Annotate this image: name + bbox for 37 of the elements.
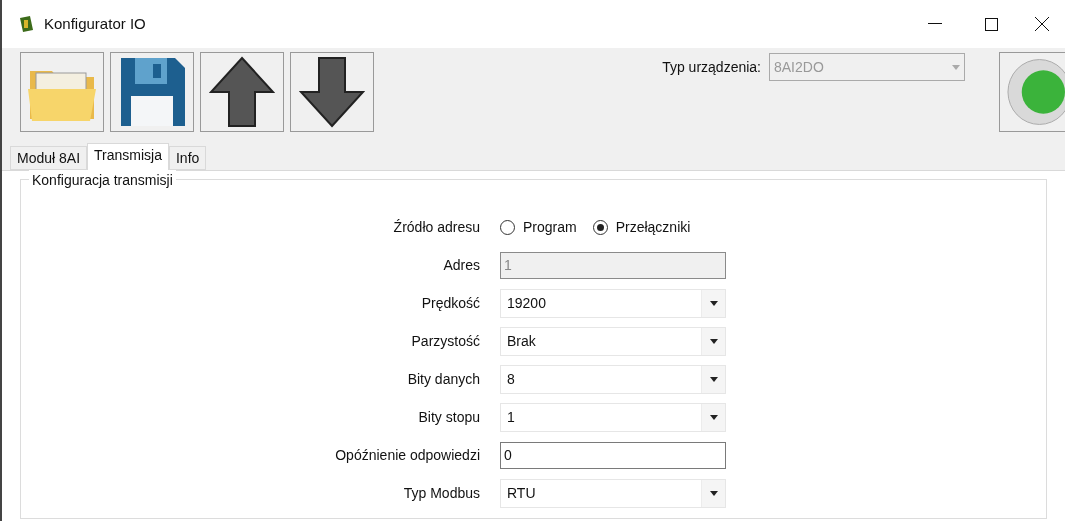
up-arrow-icon bbox=[209, 56, 275, 128]
toolbar-button[interactable] bbox=[200, 52, 284, 132]
dropdown[interactable]: RTU bbox=[500, 478, 726, 508]
dropdown[interactable]: Brak bbox=[500, 326, 726, 356]
caret-icon bbox=[709, 300, 718, 306]
dropdown[interactable]: 19200 bbox=[500, 288, 726, 318]
minimize-icon bbox=[928, 23, 942, 25]
tab[interactable]: Moduł 8AI bbox=[10, 146, 88, 170]
field-label: Bity danych bbox=[407, 369, 480, 389]
field-label: Prędkość bbox=[421, 293, 480, 313]
tab[interactable]: Transmisja bbox=[87, 143, 169, 170]
caret-icon bbox=[952, 64, 960, 70]
dropdown[interactable]: 8 bbox=[500, 364, 726, 394]
group-title: Konfiguracja transmisji bbox=[29, 170, 176, 191]
field-label: Bity stopu bbox=[418, 407, 480, 427]
toolbar-button[interactable] bbox=[290, 52, 374, 132]
field-label: Typ Modbus bbox=[403, 483, 480, 503]
maximize-icon bbox=[984, 17, 998, 31]
caret-icon bbox=[709, 376, 718, 382]
tab[interactable]: Info bbox=[169, 146, 207, 170]
field-label: Opóźnienie odpowiedzi bbox=[335, 445, 480, 465]
window-title: Konfigurator IO bbox=[44, 13, 146, 34]
caret-icon bbox=[709, 490, 718, 496]
radio-option[interactable]: Program bbox=[500, 216, 577, 238]
down-arrow-icon bbox=[299, 56, 365, 128]
text-field[interactable]: 0 bbox=[500, 441, 726, 469]
app-icon bbox=[18, 15, 34, 33]
caret-icon bbox=[709, 414, 718, 420]
field-label: Adres bbox=[443, 255, 480, 275]
close-icon bbox=[1035, 17, 1049, 31]
radio-option[interactable]: Przełączniki bbox=[592, 216, 691, 238]
toolbar-button[interactable] bbox=[110, 52, 194, 132]
dropdown[interactable]: 1 bbox=[500, 402, 726, 432]
device-type-label: Typ urządzenia: bbox=[662, 57, 761, 77]
field-label: Źródło adresu bbox=[393, 217, 480, 237]
field-label: Parzystość bbox=[411, 331, 480, 351]
caret-icon bbox=[709, 338, 718, 344]
